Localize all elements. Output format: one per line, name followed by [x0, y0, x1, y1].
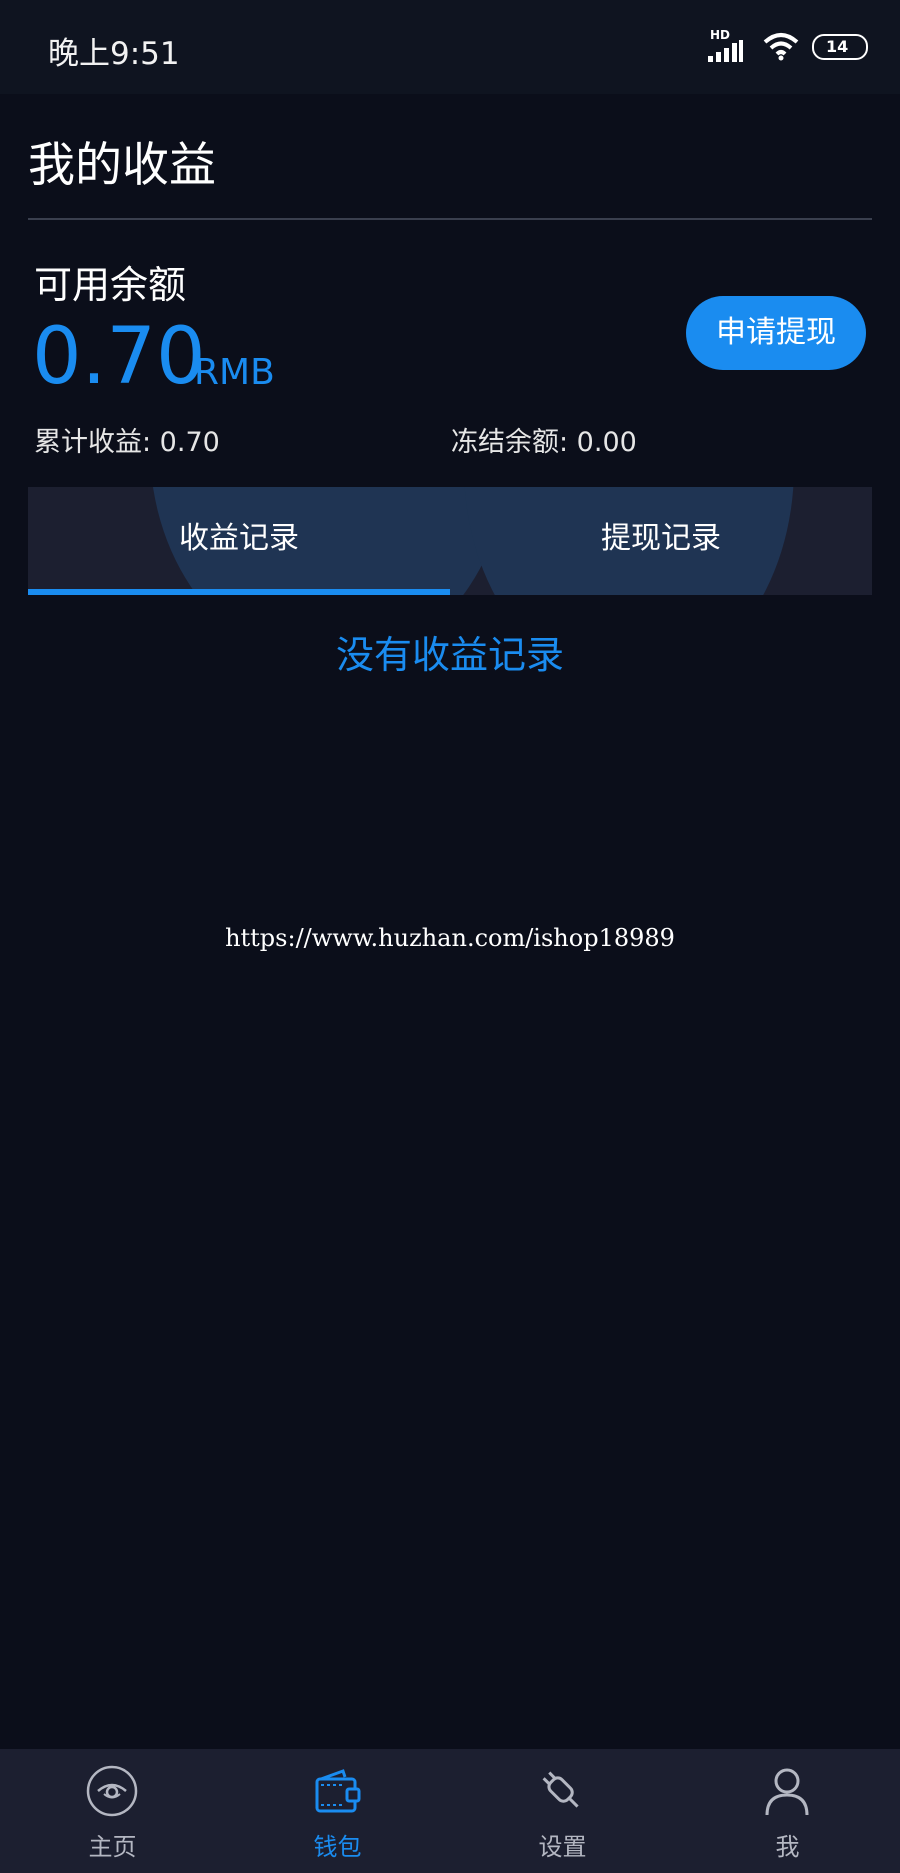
frozen-balance: 冻结余额: 0.00: [451, 427, 637, 458]
battery-level: 14: [826, 37, 849, 56]
bottom-nav: 主页 钱包 设置 我: [0, 1749, 900, 1873]
status-time: 晚上9:51: [48, 36, 180, 72]
status-bar: 晚上9:51 HD 14: [0, 0, 900, 94]
title-divider: [28, 218, 872, 220]
balance-amount: 0.70: [32, 312, 206, 402]
watermark-url: https://www.huzhan.com/ishop18989: [225, 924, 675, 952]
withdraw-button[interactable]: 申请提现: [686, 296, 866, 370]
nav-item-profile[interactable]: 我: [675, 1749, 900, 1873]
tab-withdraw-records[interactable]: 提现记录: [450, 487, 872, 595]
page-title: 我的收益: [28, 138, 216, 193]
nav-item-wallet[interactable]: 钱包: [225, 1749, 450, 1873]
nav-label: 主页: [88, 1833, 137, 1861]
wallet-icon: [315, 1769, 361, 1813]
nav-item-home[interactable]: 主页: [0, 1749, 225, 1873]
nav-label: 钱包: [313, 1833, 362, 1861]
eye-icon: [86, 1765, 138, 1817]
signal-icon: [708, 40, 743, 62]
nav-label: 设置: [538, 1833, 587, 1861]
wifi-icon: [763, 33, 799, 61]
total-earnings: 累计收益: 0.70: [34, 427, 220, 458]
user-icon: [765, 1768, 809, 1816]
balance-unit: RMB: [194, 352, 275, 393]
battery-icon: 14: [812, 34, 868, 60]
nav-label: 我: [775, 1833, 800, 1861]
tab-income-records[interactable]: 收益记录: [28, 487, 450, 595]
record-tabs: 收益记录 提现记录: [28, 487, 872, 595]
balance-label: 可用余额: [34, 263, 187, 307]
plug-icon: [542, 1771, 579, 1808]
nav-item-settings[interactable]: 设置: [450, 1749, 675, 1873]
active-tab-indicator: [28, 589, 450, 595]
empty-state-message: 没有收益记录: [335, 633, 564, 677]
